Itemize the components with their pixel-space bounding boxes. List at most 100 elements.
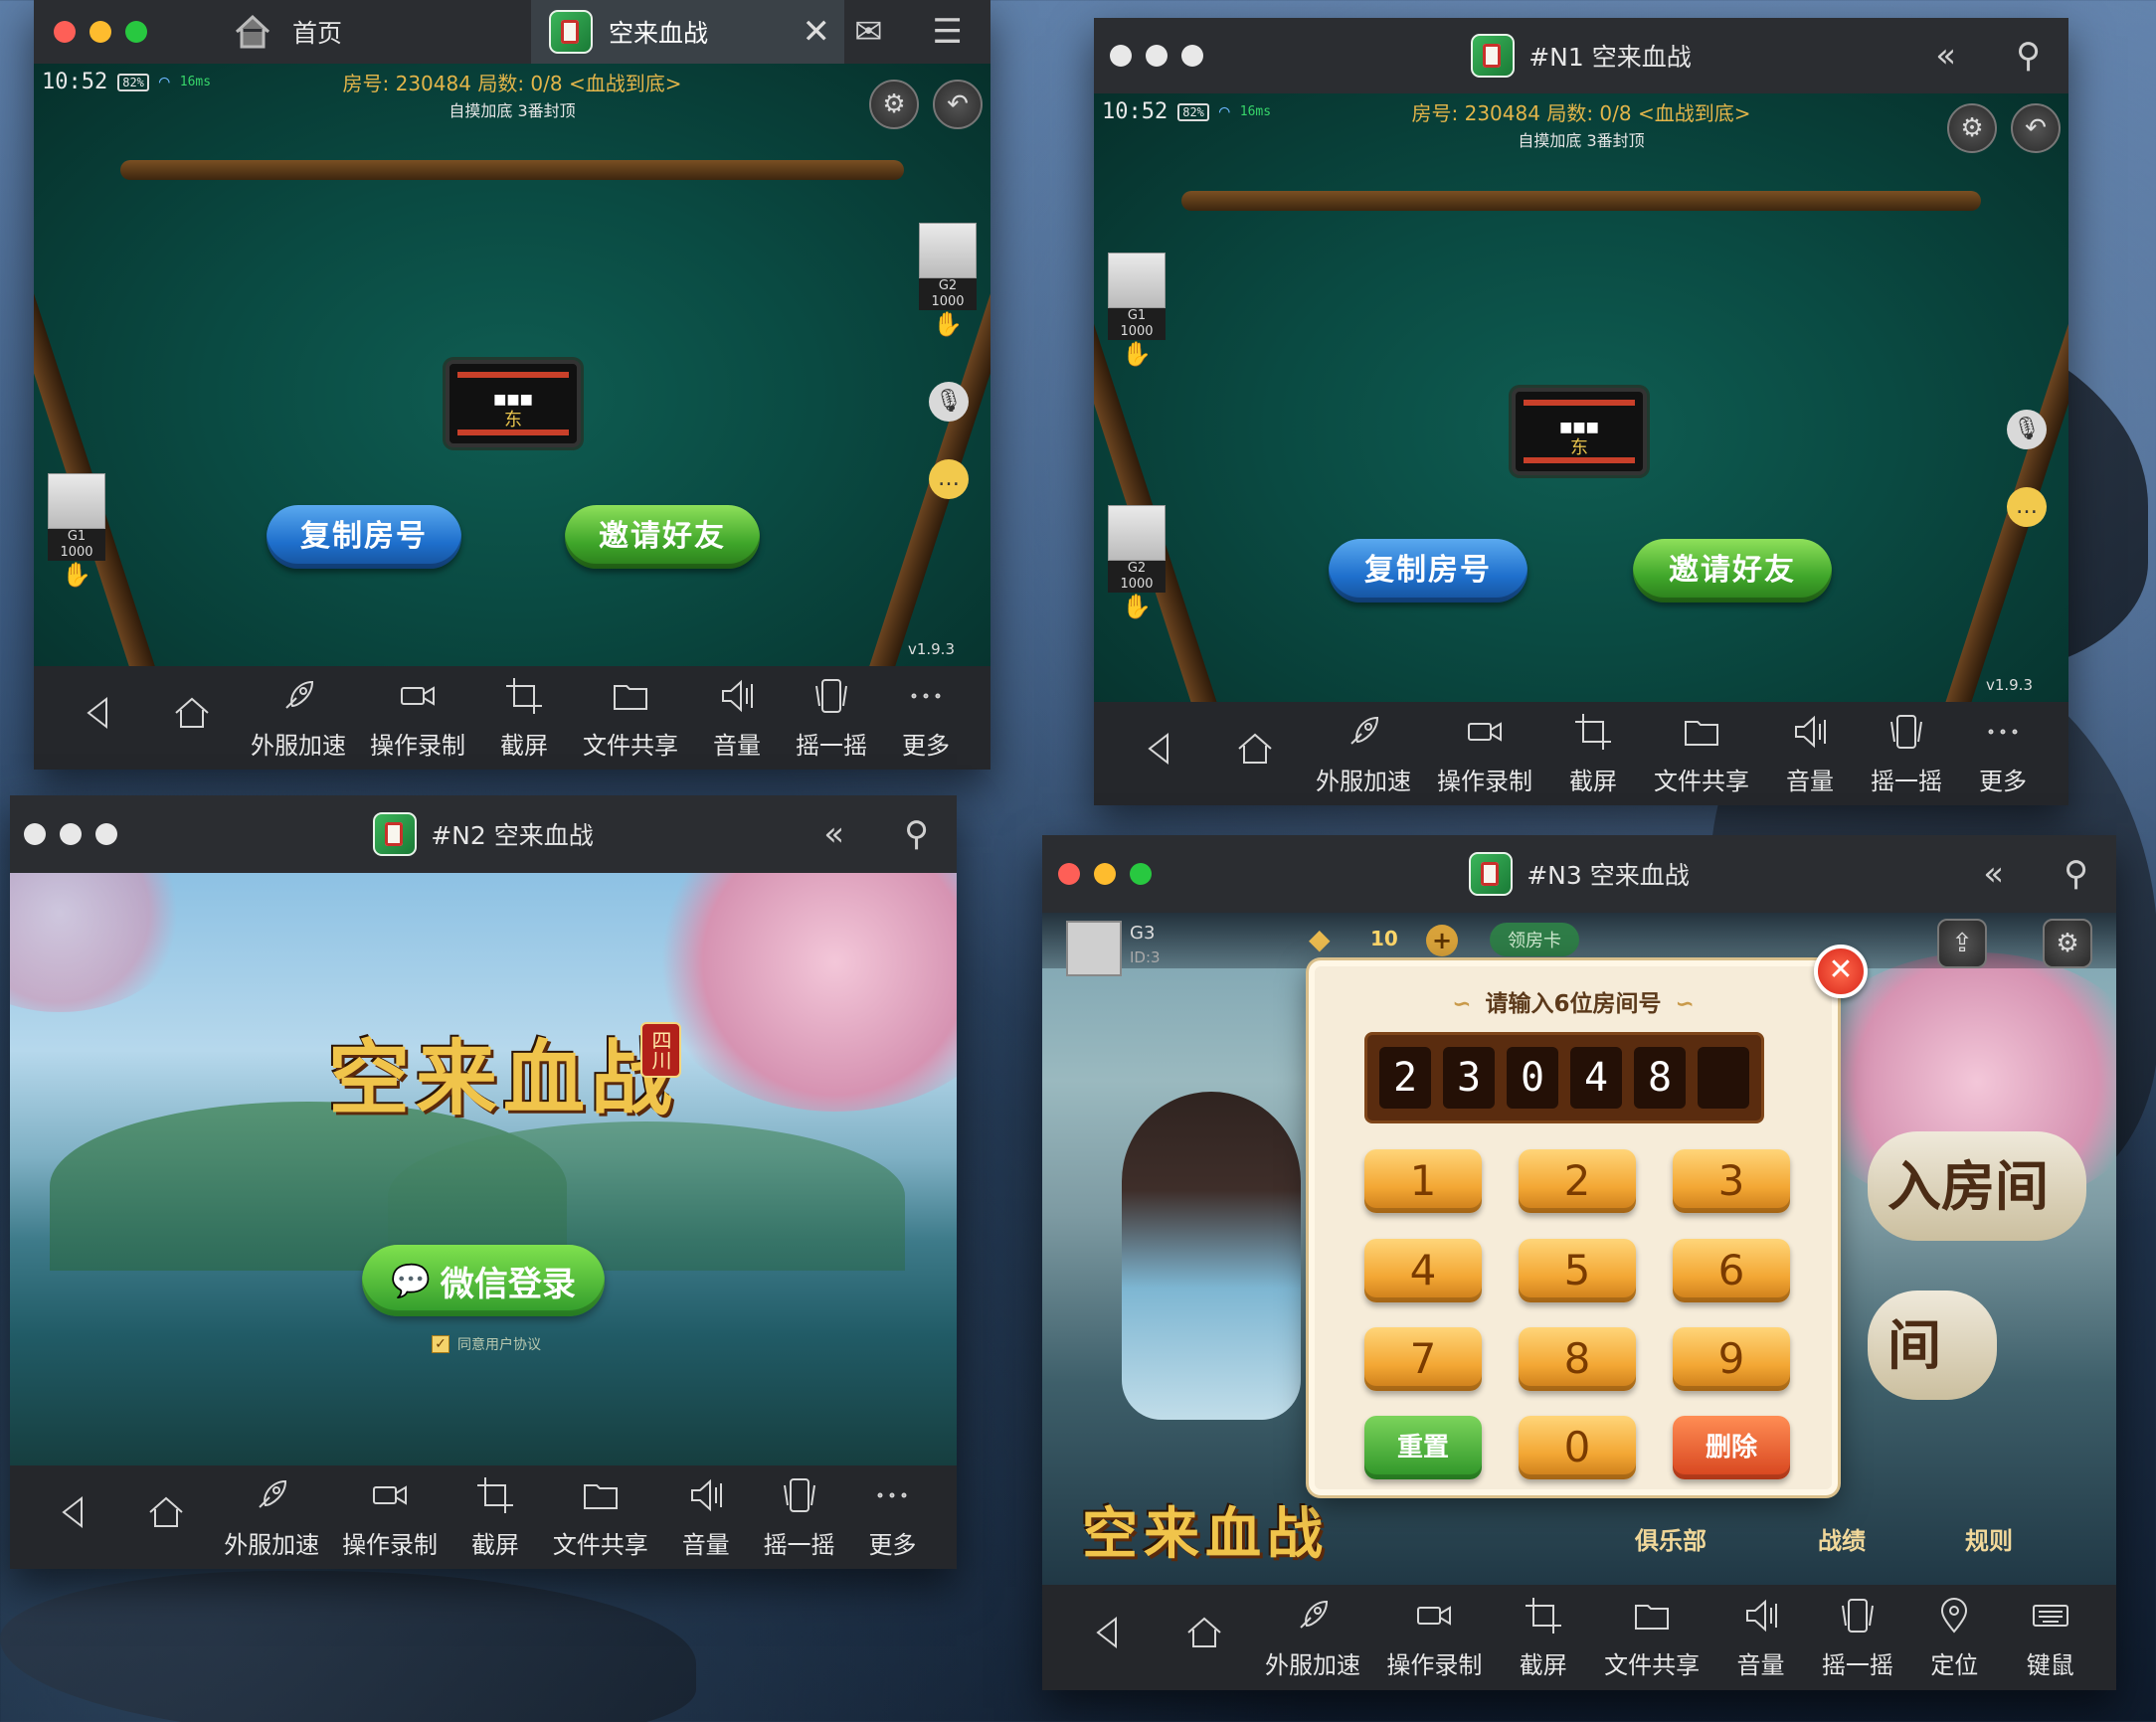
agreement-row[interactable]: ✓ 同意用户协议	[432, 1334, 541, 1354]
delete-button[interactable]: 删除	[1673, 1416, 1790, 1479]
shake-button[interactable]: 摇一摇	[1822, 1596, 1893, 1680]
player-seat[interactable]: G2 1000 ✋	[1108, 505, 1166, 620]
keypad-key-6[interactable]: 6	[1673, 1239, 1790, 1302]
close-window-button[interactable]	[1110, 45, 1132, 67]
close-window-button[interactable]	[1058, 863, 1080, 885]
accelerate-button[interactable]: 外服加速	[1316, 712, 1411, 796]
back-button[interactable]: ↶	[933, 80, 983, 129]
maximize-window-button[interactable]	[1130, 863, 1152, 885]
agreement-checkbox[interactable]: ✓	[432, 1335, 449, 1353]
avatar[interactable]	[1066, 921, 1122, 976]
wechat-login-button[interactable]: 💬 微信登录	[362, 1245, 605, 1316]
share-button[interactable]: ⇪	[1937, 919, 1987, 968]
minimize-window-button[interactable]	[60, 823, 82, 845]
accelerate-button[interactable]: 外服加速	[1265, 1596, 1360, 1680]
accelerate-button[interactable]: 外服加速	[224, 1475, 319, 1560]
rules-button[interactable]: 规则	[1965, 1521, 2013, 1556]
back-button[interactable]: ↶	[2011, 103, 2061, 153]
shake-button[interactable]: 摇一摇	[796, 676, 867, 761]
microphone-icon[interactable]: 🎙	[929, 382, 969, 422]
chat-icon[interactable]: …	[2007, 487, 2047, 527]
record-button[interactable]: 操作录制	[342, 1475, 438, 1560]
nav-back-button[interactable]	[1073, 1613, 1143, 1662]
file-share-button[interactable]: 文件共享	[583, 676, 678, 761]
settings-button[interactable]: ⚙	[869, 80, 919, 129]
keymouse-button[interactable]: 键鼠	[2016, 1596, 2085, 1680]
settings-button[interactable]: ⚙	[1947, 103, 1997, 153]
invite-friends-button[interactable]: 邀请好友	[565, 505, 760, 569]
location-button[interactable]: 定位	[1919, 1596, 1989, 1680]
minimize-window-button[interactable]	[90, 21, 111, 43]
mail-icon[interactable]: ✉	[854, 12, 883, 52]
close-tab-icon[interactable]: ✕	[803, 12, 831, 52]
maximize-window-button[interactable]	[125, 21, 147, 43]
close-window-button[interactable]	[54, 21, 76, 43]
nav-home-button[interactable]	[157, 693, 227, 743]
invite-friends-button[interactable]: 邀请好友	[1633, 539, 1832, 603]
volume-button[interactable]: 音量	[671, 1475, 741, 1560]
get-room-card-button[interactable]: 领房卡	[1490, 923, 1579, 956]
collapse-icon[interactable]: «	[823, 814, 844, 854]
player-seat[interactable]: G1 1000 ✋	[48, 473, 105, 589]
reset-button[interactable]: 重置	[1364, 1416, 1482, 1479]
create-room-card[interactable]: 间	[1868, 1291, 1997, 1400]
keypad-key-8[interactable]: 8	[1519, 1327, 1636, 1391]
collapse-icon[interactable]: «	[1935, 36, 1956, 76]
file-share-button[interactable]: 文件共享	[553, 1475, 648, 1560]
file-share-button[interactable]: 文件共享	[1604, 1596, 1700, 1680]
maximize-window-button[interactable]	[1181, 45, 1203, 67]
nav-back-button[interactable]	[1125, 729, 1194, 778]
shake-button[interactable]: 摇一摇	[764, 1475, 835, 1560]
join-room-card[interactable]: 入房间	[1868, 1131, 2086, 1241]
record-button[interactable]: 操作录制	[1437, 712, 1532, 796]
player-seat[interactable]: G1 1000 ✋	[1108, 253, 1166, 368]
add-coins-button[interactable]: +	[1426, 925, 1458, 956]
player-seat[interactable]: G2 1000 ✋	[919, 223, 977, 338]
more-button[interactable]: 更多	[891, 676, 961, 761]
volume-button[interactable]: 音量	[1775, 712, 1845, 796]
close-window-button[interactable]	[24, 823, 46, 845]
keypad-key-5[interactable]: 5	[1519, 1239, 1636, 1302]
screenshot-button[interactable]: 截屏	[489, 676, 559, 761]
microphone-icon[interactable]: 🎙	[2007, 410, 2047, 449]
nav-back-button[interactable]	[39, 1492, 108, 1542]
keypad-key-1[interactable]: 1	[1364, 1149, 1482, 1213]
keypad-key-0[interactable]: 0	[1519, 1416, 1636, 1479]
shake-button[interactable]: 摇一摇	[1871, 712, 1942, 796]
file-share-button[interactable]: 文件共享	[1654, 712, 1749, 796]
record-button[interactable]: 操作录制	[370, 676, 465, 761]
keypad-key-4[interactable]: 4	[1364, 1239, 1482, 1302]
screenshot-button[interactable]: 截屏	[1509, 1596, 1578, 1680]
screenshot-button[interactable]: 截屏	[1558, 712, 1628, 796]
nav-home-button[interactable]	[1220, 729, 1290, 778]
minimize-window-button[interactable]	[1094, 863, 1116, 885]
more-button[interactable]: 更多	[1968, 712, 2038, 796]
copy-room-button[interactable]: 复制房号	[1329, 539, 1527, 603]
screenshot-button[interactable]: 截屏	[460, 1475, 530, 1560]
keypad-key-7[interactable]: 7	[1364, 1327, 1482, 1391]
keypad-key-2[interactable]: 2	[1519, 1149, 1636, 1213]
pin-icon[interactable]: ⚲	[904, 814, 929, 854]
collapse-icon[interactable]: «	[1983, 854, 2004, 894]
maximize-window-button[interactable]	[95, 823, 117, 845]
more-button[interactable]: 更多	[857, 1475, 927, 1560]
record-button[interactable]: 操作录制	[1386, 1596, 1482, 1680]
records-button[interactable]: 战绩	[1818, 1521, 1866, 1556]
chat-icon[interactable]: …	[929, 459, 969, 499]
keypad-key-3[interactable]: 3	[1673, 1149, 1790, 1213]
menu-icon[interactable]: ☰	[933, 12, 963, 52]
volume-button[interactable]: 音量	[1726, 1596, 1796, 1680]
pin-icon[interactable]: ⚲	[2064, 854, 2088, 894]
pin-icon[interactable]: ⚲	[2016, 36, 2041, 76]
agreement-text[interactable]: 同意用户协议	[457, 1334, 541, 1354]
copy-room-button[interactable]: 复制房号	[267, 505, 461, 569]
settings-button[interactable]: ⚙	[2043, 919, 2092, 968]
club-button[interactable]: 俱乐部	[1635, 1521, 1707, 1556]
keypad-key-9[interactable]: 9	[1673, 1327, 1790, 1391]
volume-button[interactable]: 音量	[702, 676, 772, 761]
nav-home-button[interactable]	[1169, 1613, 1239, 1662]
nav-back-button[interactable]	[64, 693, 133, 743]
close-dialog-button[interactable]: ✕	[1814, 945, 1868, 998]
nav-home-button[interactable]	[131, 1492, 201, 1542]
accelerate-button[interactable]: 外服加速	[251, 676, 346, 761]
